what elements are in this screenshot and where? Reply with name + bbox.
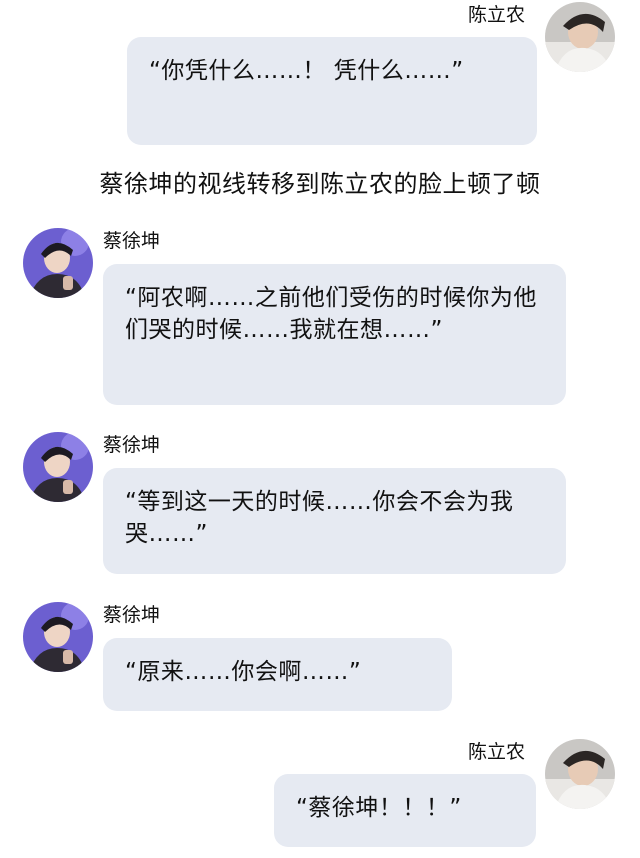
avatar[interactable] (23, 228, 93, 298)
narration-text: 蔡徐坤的视线转移到陈立农的脸上顿了顿 (99, 170, 541, 198)
message-text: “你凭什么……！ 凭什么……” (149, 58, 464, 84)
user-avatar-icon (23, 602, 93, 672)
message-bubble: “蔡徐坤！！！” (274, 774, 536, 847)
user-avatar-icon (23, 228, 93, 298)
speaker-name: 陈立农 (468, 741, 526, 763)
message-text: “蔡徐坤！！！” (296, 795, 462, 821)
speaker-name: 蔡徐坤 (103, 434, 161, 456)
message-text: “等到这一天的时候……你会不会为我哭……” (125, 489, 514, 547)
message-bubble: “等到这一天的时候……你会不会为我哭……” (103, 468, 566, 574)
speaker-name: 陈立农 (468, 4, 526, 26)
avatar[interactable] (23, 602, 93, 672)
message-text: “阿农啊……之前他们受伤的时候你为他们哭的时候……我就在想……” (125, 285, 537, 343)
user-avatar-icon (545, 739, 615, 809)
speaker-name: 蔡徐坤 (103, 604, 161, 626)
avatar[interactable] (545, 2, 615, 72)
avatar[interactable] (545, 739, 615, 809)
message-bubble: “原来……你会啊……” (103, 638, 452, 711)
speaker-name: 蔡徐坤 (103, 230, 161, 252)
user-avatar-icon (23, 432, 93, 502)
message-bubble: “阿农啊……之前他们受伤的时候你为他们哭的时候……我就在想……” (103, 264, 566, 405)
message-bubble: “你凭什么……！ 凭什么……” (127, 37, 537, 145)
avatar[interactable] (23, 432, 93, 502)
user-avatar-icon (545, 2, 615, 72)
message-text: “原来……你会啊……” (125, 659, 362, 685)
